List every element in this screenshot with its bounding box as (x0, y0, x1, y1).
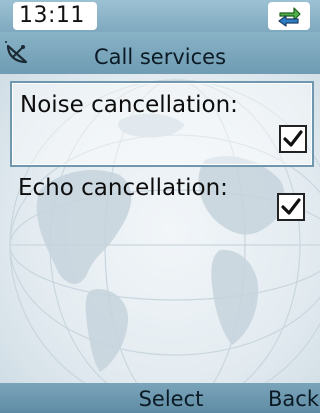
phone-screen: 13:11 Call services Noise cancellation: … (0, 0, 320, 413)
setting-noise-cancellation[interactable]: Noise cancellation: (10, 81, 314, 167)
select-softkey[interactable]: Select (122, 386, 220, 412)
checkmark-icon (283, 130, 303, 147)
noise-cancellation-checkbox[interactable] (279, 125, 307, 153)
setting-label: Echo cancellation: (18, 175, 228, 201)
satellite-dish-icon (5, 41, 28, 64)
page-title: Call services (93, 45, 227, 69)
checkmark-icon (281, 198, 301, 215)
sync-arrows-icon (278, 7, 301, 27)
setting-label: Noise cancellation: (20, 92, 238, 118)
clock-time: 13:11 (19, 3, 85, 28)
setting-echo-cancellation[interactable]: Echo cancellation: (10, 168, 314, 254)
back-softkey[interactable]: Back (268, 386, 320, 412)
echo-cancellation-checkbox[interactable] (277, 193, 305, 221)
